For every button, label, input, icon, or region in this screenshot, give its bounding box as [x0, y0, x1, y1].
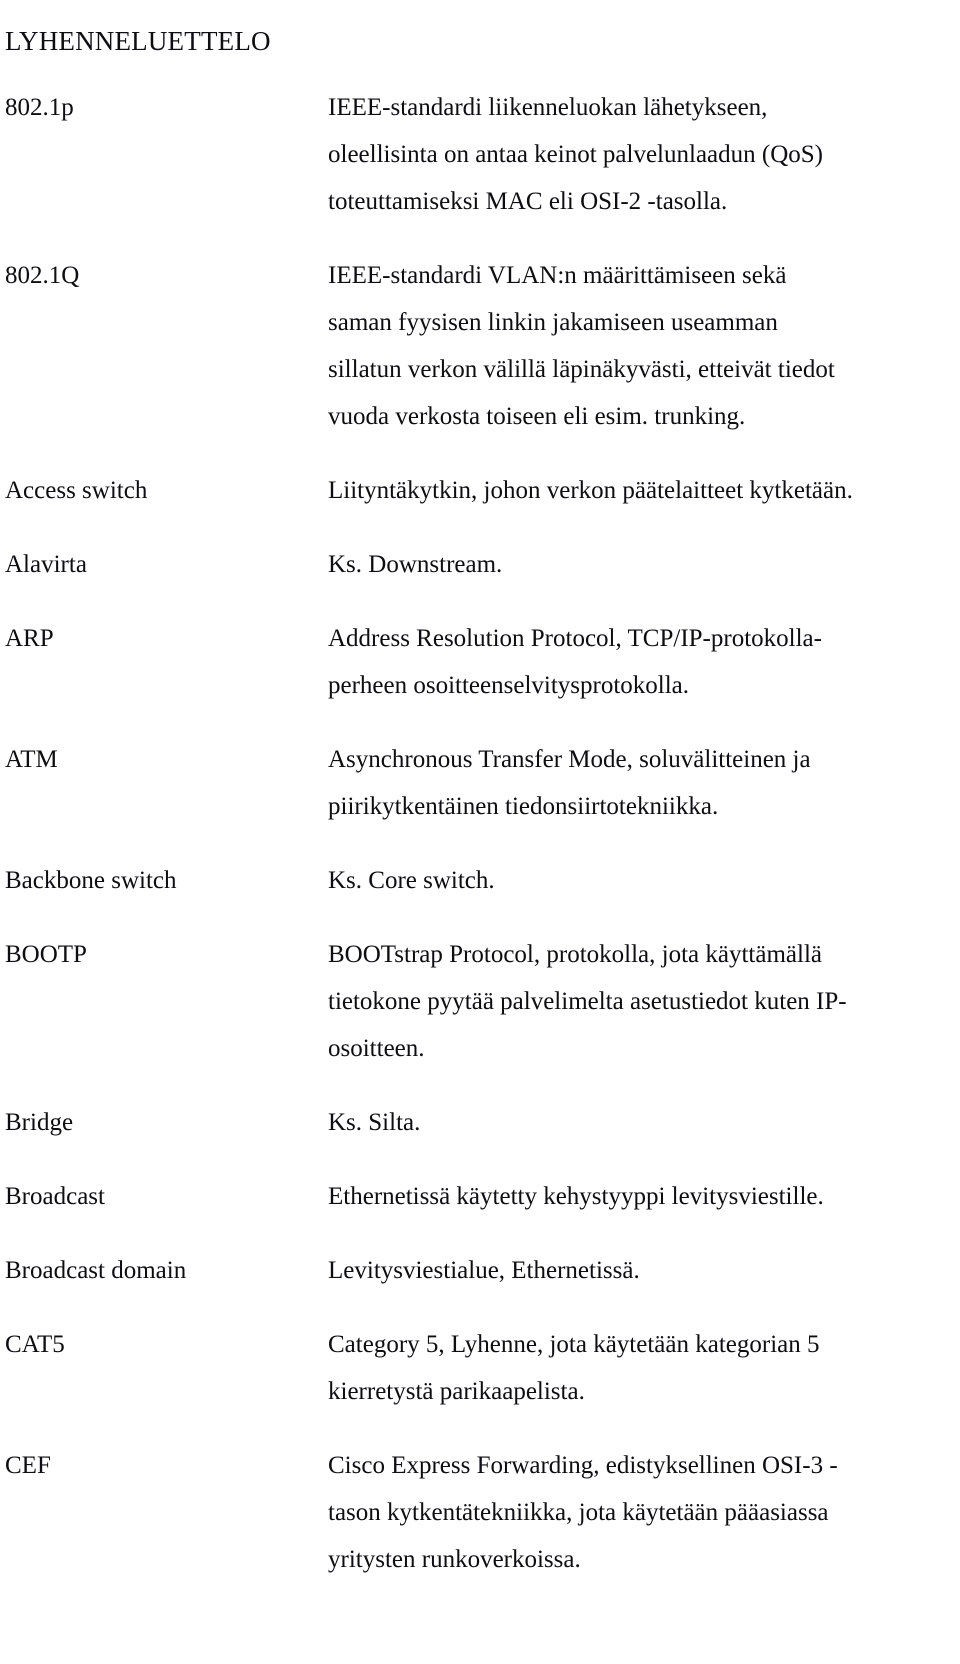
glossary-definition: Ks. Core switch. [328, 857, 895, 904]
glossary-definition: IEEE-standardi VLAN:n määrittämiseen sek… [328, 252, 895, 440]
glossary-definition-line: osoitteen. [328, 1035, 425, 1062]
glossary-entry: 802.1Q IEEE-standardi VLAN:n määrittämise… [0, 252, 960, 440]
glossary-term: Broadcast [5, 1183, 105, 1210]
glossary-term: Access switch [5, 477, 148, 504]
glossary-definition-line: Asynchronous Transfer Mode, soluvälittei… [328, 746, 811, 773]
glossary-definition-line: toteuttamiseksi MAC eli OSI-2 -tasolla. [328, 188, 728, 215]
glossary-term: CAT5 [5, 1331, 65, 1358]
glossary-term: ATM [5, 746, 58, 773]
glossary-definition: Levitysviestialue, Ethernetissä. [328, 1247, 895, 1294]
glossary-definition: Cisco Express Forwarding, edistykselline… [328, 1442, 895, 1583]
glossary-entry: Alavirta Ks. Downstream. [0, 541, 960, 588]
glossary-entry: Backbone switch Ks. Core switch. [0, 857, 960, 904]
glossary-entry: 802.1p IEEE-standardi liikenneluokan lähe… [0, 84, 960, 225]
glossary-definition-line: Liityntäkytkin, johon verkon päätelaitte… [328, 477, 853, 504]
glossary-definition-line: Cisco Express Forwarding, edistykselline… [328, 1452, 838, 1479]
glossary-term: Bridge [5, 1109, 74, 1136]
glossary-definition-line: BOOTstrap Protocol, protokolla, jota käy… [328, 941, 822, 968]
glossary-definition-line: Levitysviestialue, Ethernetissä. [328, 1257, 640, 1284]
glossary-definition: BOOTstrap Protocol, protokolla, jota käy… [328, 931, 895, 1072]
glossary-term: BOOTP [5, 941, 87, 968]
glossary-entry: CEF Cisco Express Forwarding, edistyksell… [0, 1442, 960, 1583]
glossary-term: Broadcast domain [5, 1257, 187, 1284]
glossary-term: 802.1Q [5, 262, 80, 289]
glossary-term: ARP [5, 625, 54, 652]
glossary-definition-line: kierretystä parikaapelista. [328, 1378, 585, 1405]
page-title: LYHENNELUETTELO [5, 26, 271, 57]
glossary-term: Alavirta [5, 551, 87, 578]
glossary-definition-line: perheen osoitteenselvitysprotokolla. [328, 672, 690, 699]
glossary-entry: Access switch Liityntäkytkin, johon verko… [0, 467, 960, 514]
glossary-definition: Liityntäkytkin, johon verkon päätelaitte… [328, 467, 895, 514]
glossary-definition-line: vuoda verkosta toiseen eli esim. trunkin… [328, 403, 746, 430]
glossary-definition-line: oleellisinta on antaa keinot palvelunlaa… [328, 141, 823, 168]
glossary-definition-line: IEEE-standardi liikenneluokan lähetyksee… [328, 94, 768, 121]
glossary-term: CEF [5, 1452, 51, 1479]
glossary-definition-line: Address Resolution Protocol, TCP/IP-prot… [328, 625, 822, 652]
glossary-definition-line: yritysten runkoverkoissa. [328, 1546, 581, 1573]
glossary-definition-line: IEEE-standardi VLAN:n määrittämiseen sek… [328, 262, 787, 289]
glossary-definition: Ethernetissä käytetty kehystyyppi levity… [328, 1173, 895, 1220]
glossary-entry: CAT5 Category 5, Lyhenne, jota käytetään … [0, 1321, 960, 1415]
glossary-definition: Ks. Downstream. [328, 541, 895, 588]
glossary-definition: Ks. Silta. [328, 1099, 895, 1146]
glossary-term: 802.1p [5, 94, 74, 121]
glossary-definition-line: saman fyysisen linkin jakamiseen useamma… [328, 309, 778, 336]
glossary-definition: Category 5, Lyhenne, jota käytetään kate… [328, 1321, 895, 1415]
glossary-list: 802.1p IEEE-standardi liikenneluokan lähe… [0, 84, 960, 1610]
glossary-term: Backbone switch [5, 867, 177, 894]
glossary-entry: Broadcast Ethernetissä käytetty kehystyyp… [0, 1173, 960, 1220]
glossary-definition-line: tietokone pyytää palvelimelta asetustied… [328, 988, 847, 1015]
document-page: LYHENNELUETTELO 802.1p IEEE-standardi lii… [0, 0, 960, 1664]
glossary-definition: IEEE-standardi liikenneluokan lähetyksee… [328, 84, 895, 225]
glossary-definition-line: Ethernetissä käytetty kehystyyppi levity… [328, 1183, 824, 1210]
glossary-definition-line: tason kytkentätekniikka, jota käytetään … [328, 1499, 829, 1526]
glossary-entry: BOOTP BOOTstrap Protocol, protokolla, jot… [0, 931, 960, 1072]
glossary-entry: Broadcast domain Levitysviestialue, Ether… [0, 1247, 960, 1294]
glossary-entry: Bridge Ks. Silta. [0, 1099, 960, 1146]
glossary-definition-line: Category 5, Lyhenne, jota käytetään kate… [328, 1331, 820, 1358]
glossary-definition-line: Ks. Silta. [328, 1109, 421, 1136]
glossary-definition: Address Resolution Protocol, TCP/IP-prot… [328, 615, 895, 709]
glossary-definition-line: Ks. Core switch. [328, 867, 495, 894]
glossary-definition: Asynchronous Transfer Mode, soluvälittei… [328, 736, 895, 830]
glossary-entry: ARP Address Resolution Protocol, TCP/IP-p… [0, 615, 960, 709]
glossary-definition-line: piirikytkentäinen tiedonsiirtotekniikka. [328, 793, 719, 820]
glossary-definition-line: sillatun verkon välillä läpinäkyvästi, e… [328, 356, 835, 383]
glossary-entry: ATM Asynchronous Transfer Mode, soluvälit… [0, 736, 960, 830]
glossary-definition-line: Ks. Downstream. [328, 551, 503, 578]
